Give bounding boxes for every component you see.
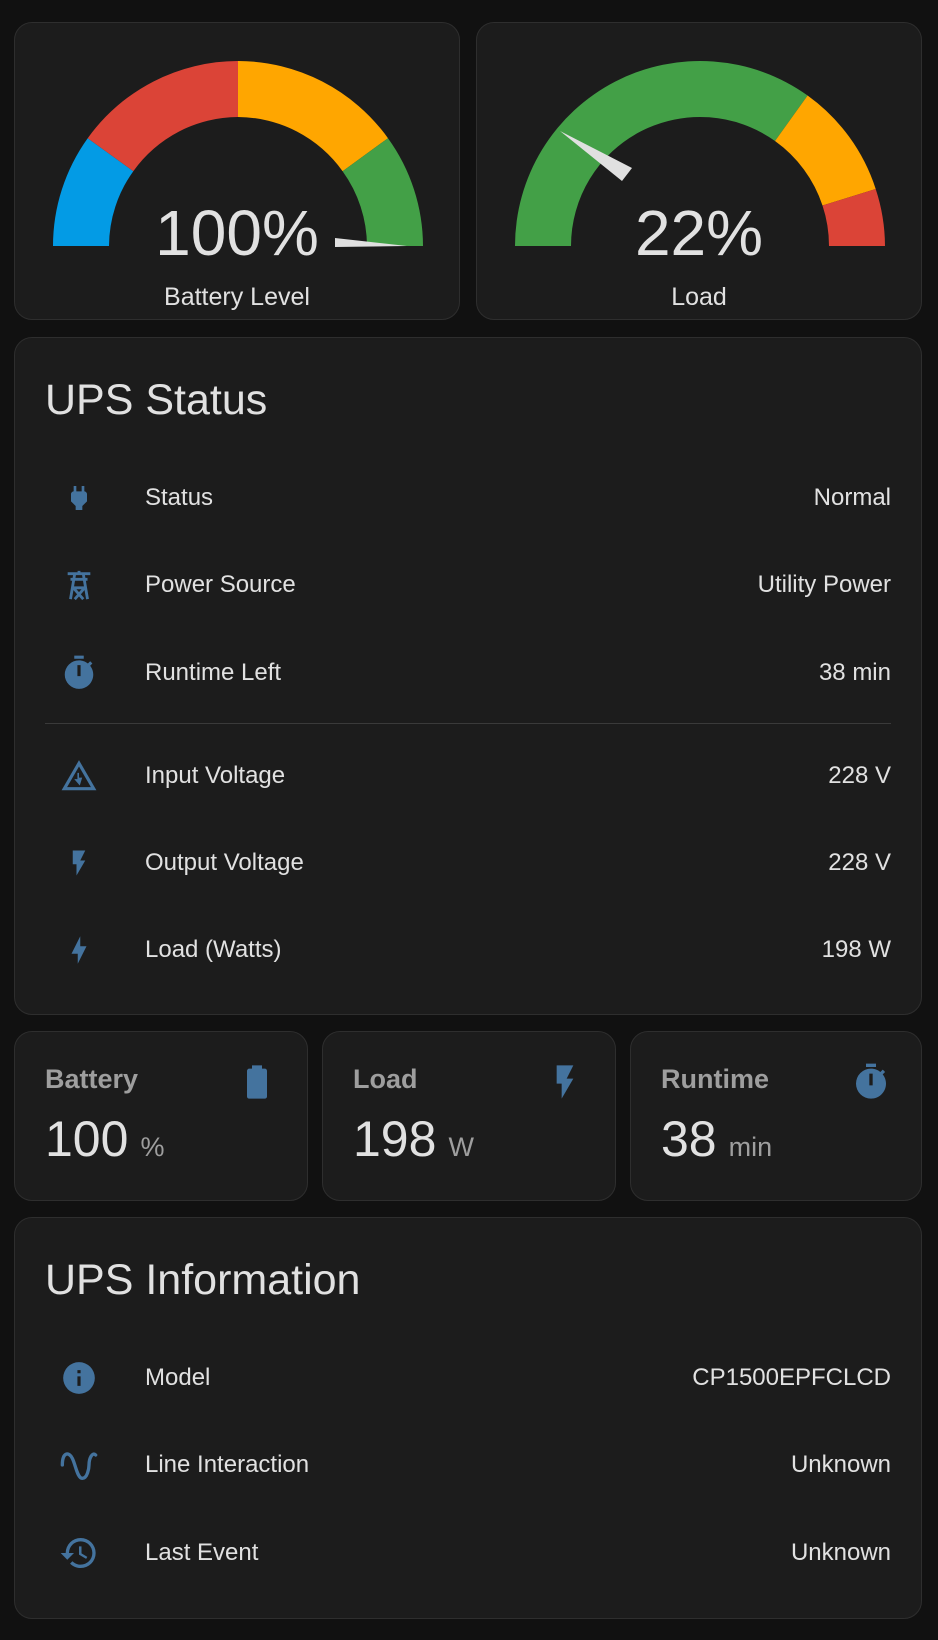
lightning-bolt-icon bbox=[59, 930, 99, 970]
tile-value: 38 min bbox=[661, 1114, 772, 1164]
row-label: Power Source bbox=[145, 571, 296, 598]
timer-icon bbox=[59, 653, 99, 693]
battery-gauge bbox=[53, 61, 423, 247]
load-watts-row[interactable]: Load (Watts) 198 W bbox=[45, 920, 891, 980]
row-label: Model bbox=[145, 1364, 211, 1391]
load-tile[interactable]: Load 198 W bbox=[322, 1031, 616, 1201]
row-value: Normal bbox=[813, 484, 891, 511]
input-voltage-row[interactable]: Input Voltage 228 V bbox=[45, 746, 891, 806]
load-gauge bbox=[515, 60, 885, 247]
row-value: CP1500EPFCLCD bbox=[692, 1364, 891, 1391]
gauge-value: 22% bbox=[634, 197, 764, 269]
tile-unit: W bbox=[448, 1132, 474, 1162]
row-label: Output Voltage bbox=[145, 849, 304, 876]
row-label: Line Interaction bbox=[145, 1451, 310, 1478]
line-interaction-row[interactable]: Line Interaction Unknown bbox=[45, 1435, 891, 1495]
output-voltage-row[interactable]: Output Voltage 228 V bbox=[45, 833, 891, 893]
information-icon bbox=[59, 1358, 99, 1398]
battery-tile[interactable]: Battery 100% bbox=[14, 1031, 308, 1201]
transmission-tower-icon bbox=[59, 565, 99, 605]
power-source-row[interactable]: Power Source Utility Power bbox=[45, 555, 891, 615]
tile-number: 198 bbox=[353, 1111, 437, 1167]
tile-number: 38 bbox=[661, 1111, 717, 1167]
ups-status-card: UPS Status Status Normal Power Source Ut… bbox=[14, 337, 922, 1015]
battery-gauge-card[interactable]: 100% Battery Level bbox=[14, 22, 460, 320]
row-value: 228 V bbox=[828, 849, 891, 876]
row-value: Utility Power bbox=[757, 571, 891, 598]
row-label: Input Voltage bbox=[145, 762, 286, 789]
row-label: Status bbox=[145, 484, 214, 511]
card-title: UPS Status bbox=[45, 376, 268, 424]
tile-number: 100 bbox=[45, 1111, 129, 1167]
history-icon bbox=[59, 1533, 99, 1573]
runtime-left-row[interactable]: Runtime Left 38 min bbox=[45, 643, 891, 703]
row-value: Unknown bbox=[790, 1451, 891, 1478]
divider bbox=[45, 723, 891, 724]
tile-unit: % bbox=[140, 1132, 165, 1162]
model-row[interactable]: Model CP1500EPFCLCD bbox=[45, 1348, 891, 1408]
row-value: 38 min bbox=[818, 659, 891, 686]
load-gauge-card[interactable]: 22% Load bbox=[476, 22, 922, 320]
last-event-row[interactable]: Last Event Unknown bbox=[45, 1523, 891, 1583]
battery-icon bbox=[237, 1062, 277, 1102]
sine-wave-icon bbox=[59, 1445, 99, 1485]
tile-name: Battery bbox=[45, 1064, 139, 1094]
tile-unit: min bbox=[728, 1132, 773, 1162]
power-plug-icon bbox=[59, 478, 99, 518]
row-label: Last Event bbox=[145, 1539, 259, 1566]
row-value: 228 V bbox=[828, 762, 891, 789]
row-label: Runtime Left bbox=[145, 659, 282, 686]
ups-info-card: UPS Information Model CP1500EPFCLCD Line… bbox=[14, 1217, 922, 1619]
tile-value: 198 W bbox=[353, 1114, 474, 1164]
card-title: UPS Information bbox=[45, 1256, 361, 1304]
tile-value: 100% bbox=[45, 1114, 164, 1164]
flash-icon bbox=[545, 1062, 585, 1102]
row-value: 198 W bbox=[821, 936, 891, 963]
tile-name: Runtime bbox=[661, 1064, 769, 1094]
row-label: Load (Watts) bbox=[145, 936, 282, 963]
gauge-value: 100% bbox=[155, 197, 319, 269]
timer-icon bbox=[851, 1062, 891, 1102]
gauge-label: Load bbox=[671, 283, 727, 311]
runtime-tile[interactable]: Runtime 38 min bbox=[630, 1031, 922, 1201]
tile-name: Load bbox=[353, 1064, 418, 1094]
flash-icon bbox=[59, 843, 99, 883]
gauge-label: Battery Level bbox=[164, 283, 310, 311]
row-value: Unknown bbox=[790, 1539, 891, 1566]
status-row[interactable]: Status Normal bbox=[45, 468, 891, 528]
flash-triangle-icon bbox=[59, 756, 99, 796]
